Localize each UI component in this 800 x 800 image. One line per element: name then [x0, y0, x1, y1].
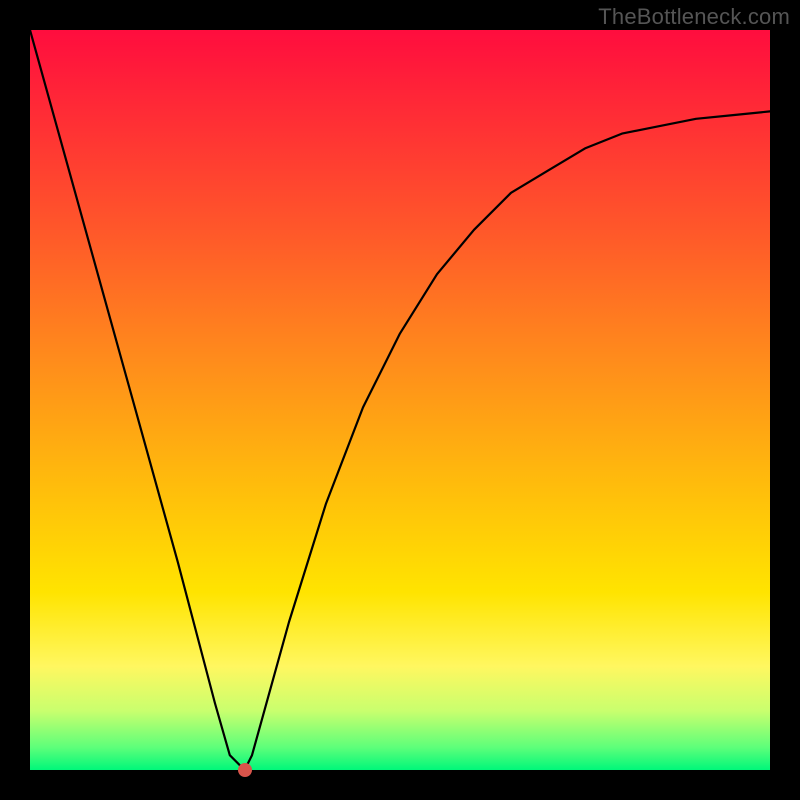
chart-frame: TheBottleneck.com	[0, 0, 800, 800]
plot-area	[30, 30, 770, 770]
watermark-text: TheBottleneck.com	[598, 4, 790, 30]
bottleneck-curve	[30, 30, 770, 770]
optimal-point-marker	[238, 763, 252, 777]
